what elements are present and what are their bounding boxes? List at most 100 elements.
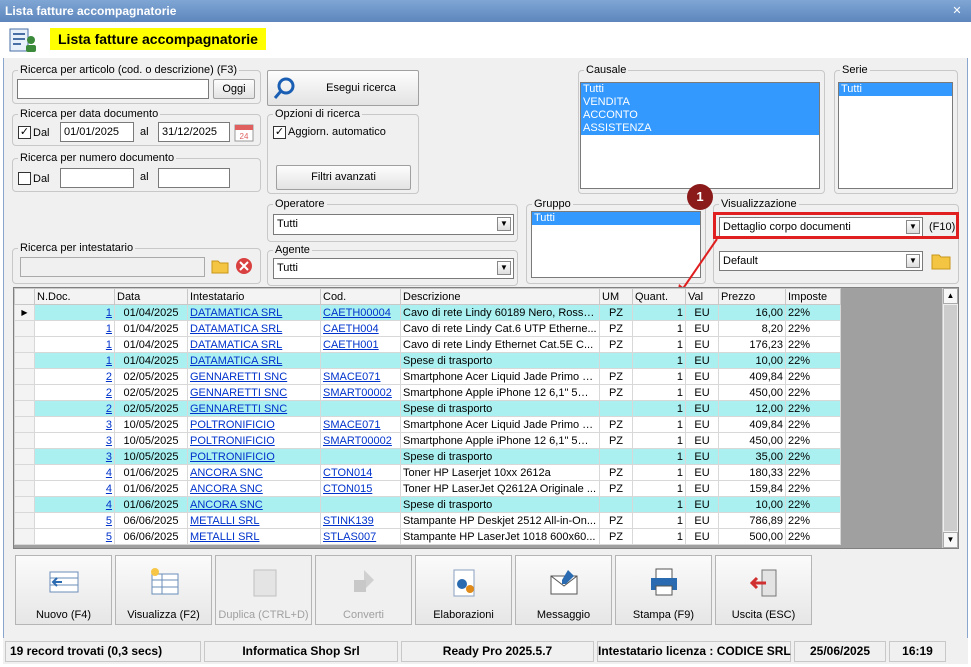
row-indicator[interactable]: [14, 448, 35, 465]
date-to-input[interactable]: 31/12/2025: [158, 122, 230, 142]
agente-select[interactable]: Tutti ▼: [273, 258, 514, 279]
cell-descrizione[interactable]: Toner HP LaserJet Q2612A Originale ...: [400, 480, 600, 497]
cell-ndoc[interactable]: 3: [34, 416, 115, 433]
row-indicator[interactable]: [14, 528, 35, 545]
cell-quant[interactable]: 1: [632, 304, 686, 321]
cell-data[interactable]: 02/05/2025: [114, 368, 188, 385]
cell-ndoc[interactable]: 4: [34, 496, 115, 513]
cell-intestatario[interactable]: METALLI SRL: [187, 528, 321, 545]
cell-cod[interactable]: SMACE071: [320, 368, 401, 385]
cell-descrizione[interactable]: Spese di trasporto: [400, 496, 600, 513]
cell-quant[interactable]: 1: [632, 512, 686, 529]
cell-um[interactable]: PZ: [599, 464, 633, 481]
column-header-imposte[interactable]: Imposte: [785, 288, 841, 305]
cell-data[interactable]: 10/05/2025: [114, 448, 188, 465]
causale-listbox[interactable]: Tutti VENDITA ACCONTO ASSISTENZA: [580, 82, 820, 189]
cell-quant[interactable]: 1: [632, 384, 686, 401]
cell-cod[interactable]: STLAS007: [320, 528, 401, 545]
cell-cod-text[interactable]: STINK139: [323, 515, 374, 527]
table-row[interactable]: 4 01/06/2025 ANCORA SNC Spese di trasporto 1…: [14, 496, 841, 513]
chevron-down-icon[interactable]: ▼: [906, 254, 920, 268]
cell-prezzo[interactable]: 450,00: [718, 384, 786, 401]
serie-listbox[interactable]: Tutti: [838, 82, 953, 189]
cell-imposte[interactable]: 22%: [785, 464, 841, 481]
row-indicator[interactable]: [14, 368, 35, 385]
clear-icon[interactable]: [235, 257, 253, 275]
grid-vertical-scrollbar[interactable]: ▲ ▼: [942, 288, 958, 548]
table-row[interactable]: 5 06/06/2025 METALLI SRL STINK139 Stampante …: [14, 512, 841, 529]
cell-prezzo[interactable]: 10,00: [718, 496, 786, 513]
cell-quant[interactable]: 1: [632, 528, 686, 545]
row-indicator[interactable]: [14, 432, 35, 449]
cell-prezzo[interactable]: 409,84: [718, 416, 786, 433]
column-header-val[interactable]: Val: [685, 288, 719, 305]
cell-imposte[interactable]: 22%: [785, 304, 841, 321]
number-from-checkbox[interactable]: [18, 172, 31, 185]
cell-quant[interactable]: 1: [632, 416, 686, 433]
cell-data[interactable]: 01/06/2025: [114, 464, 188, 481]
duplica-button[interactable]: Duplica (CTRL+D): [215, 555, 312, 625]
cell-intestatario[interactable]: DATAMATICA SRL: [187, 304, 321, 321]
cell-prezzo[interactable]: 12,00: [718, 400, 786, 417]
cell-val[interactable]: EU: [685, 352, 719, 369]
cell-ndoc-text[interactable]: 2: [106, 371, 112, 383]
cell-quant[interactable]: 1: [632, 496, 686, 513]
cell-ndoc[interactable]: 4: [34, 480, 115, 497]
cell-prezzo[interactable]: 159,84: [718, 480, 786, 497]
cell-intestatario[interactable]: POLTRONIFICIO: [187, 448, 321, 465]
cell-val[interactable]: EU: [685, 416, 719, 433]
cell-intestatario-text[interactable]: DATAMATICA SRL: [190, 307, 282, 319]
cell-ndoc-text[interactable]: 4: [106, 483, 112, 495]
cell-intestatario[interactable]: ANCORA SNC: [187, 496, 321, 513]
cell-cod[interactable]: CTON014: [320, 464, 401, 481]
cell-descrizione[interactable]: Smartphone Apple iPhone 12 6,1" 5G ...: [400, 384, 600, 401]
cell-data[interactable]: 01/06/2025: [114, 480, 188, 497]
documents-grid[interactable]: N.Doc. Data Intestatario Cod. Descrizion…: [13, 287, 959, 549]
row-indicator[interactable]: [14, 416, 35, 433]
cell-intestatario[interactable]: DATAMATICA SRL: [187, 336, 321, 353]
cell-imposte[interactable]: 22%: [785, 336, 841, 353]
cell-val[interactable]: EU: [685, 528, 719, 545]
cell-ndoc-text[interactable]: 3: [106, 435, 112, 447]
column-header-data[interactable]: Data: [114, 288, 188, 305]
cell-cod[interactable]: SMART00002: [320, 384, 401, 401]
cell-um[interactable]: PZ: [599, 528, 633, 545]
cell-imposte[interactable]: 22%: [785, 448, 841, 465]
table-row[interactable]: 1 01/04/2025 DATAMATICA SRL Spese di traspo…: [14, 352, 841, 369]
table-row[interactable]: 1 01/04/2025 DATAMATICA SRL CAETH001 Cavo di…: [14, 336, 841, 353]
cell-um[interactable]: [599, 400, 633, 417]
cell-um[interactable]: [599, 352, 633, 369]
cell-intestatario[interactable]: ANCORA SNC: [187, 480, 321, 497]
gruppo-item[interactable]: Tutti: [532, 212, 700, 225]
cell-cod[interactable]: CAETH004: [320, 320, 401, 337]
table-row[interactable]: 2 02/05/2025 GENNARETTI SNC SMACE071 Smartph…: [14, 368, 841, 385]
cell-cod-text[interactable]: SMACE071: [323, 419, 380, 431]
cell-intestatario-text[interactable]: GENNARETTI SNC: [190, 387, 287, 399]
cell-imposte[interactable]: 22%: [785, 400, 841, 417]
operatore-select[interactable]: Tutti ▼: [273, 214, 514, 235]
column-header-um[interactable]: UM: [599, 288, 633, 305]
row-indicator[interactable]: [14, 336, 35, 353]
cell-descrizione[interactable]: Cavo di rete Lindy 60189 Nero, Rosso...: [400, 304, 600, 321]
cell-um[interactable]: PZ: [599, 368, 633, 385]
cell-intestatario-text[interactable]: GENNARETTI SNC: [190, 371, 287, 383]
cell-intestatario-text[interactable]: METALLI SRL: [190, 531, 260, 543]
cell-intestatario-text[interactable]: POLTRONIFICIO: [190, 451, 275, 463]
cell-val[interactable]: EU: [685, 512, 719, 529]
scroll-up-icon[interactable]: ▲: [943, 288, 958, 304]
cell-cod[interactable]: SMACE071: [320, 416, 401, 433]
cell-ndoc[interactable]: 3: [34, 432, 115, 449]
column-header-descrizione[interactable]: Descrizione: [400, 288, 600, 305]
cell-val[interactable]: EU: [685, 464, 719, 481]
cell-ndoc[interactable]: 3: [34, 448, 115, 465]
cell-ndoc[interactable]: 1: [34, 352, 115, 369]
cell-cod-text[interactable]: SMART00002: [323, 387, 392, 399]
cell-quant[interactable]: 1: [632, 368, 686, 385]
cell-ndoc[interactable]: 2: [34, 384, 115, 401]
cell-ndoc[interactable]: 1: [34, 336, 115, 353]
cell-prezzo[interactable]: 10,00: [718, 352, 786, 369]
cell-cod[interactable]: CAETH001: [320, 336, 401, 353]
cell-data[interactable]: 01/04/2025: [114, 336, 188, 353]
cell-imposte[interactable]: 22%: [785, 512, 841, 529]
cell-val[interactable]: EU: [685, 304, 719, 321]
